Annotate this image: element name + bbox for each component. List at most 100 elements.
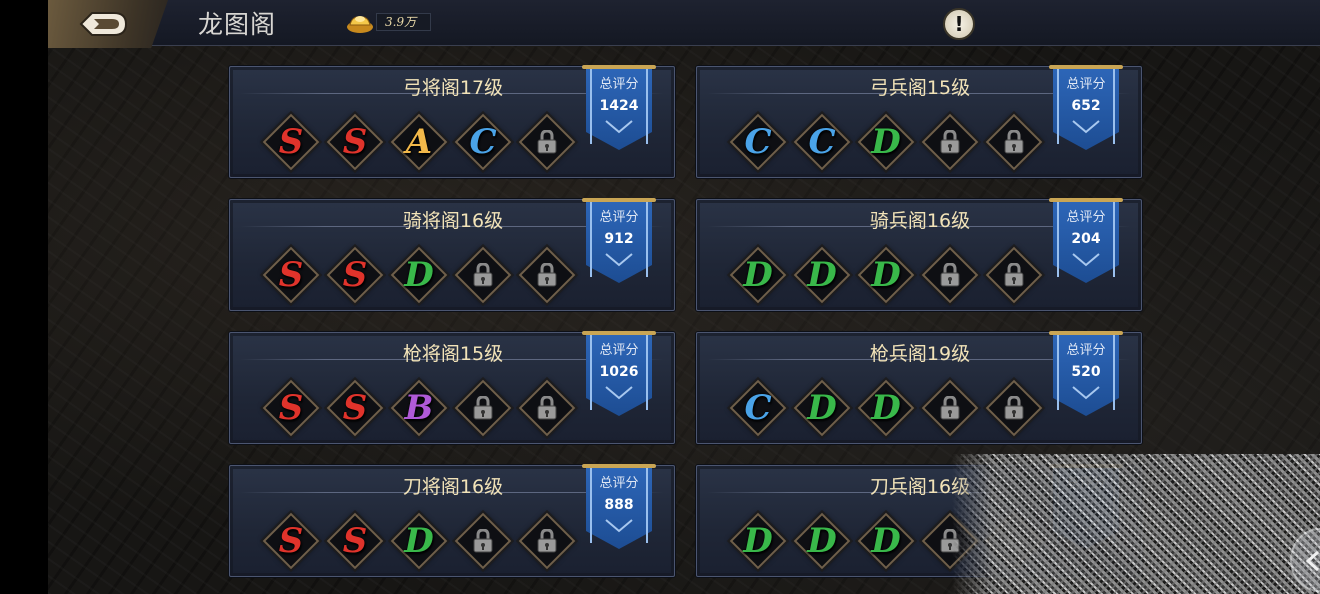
score-value: 912	[604, 231, 634, 247]
grade-slot[interactable]: D	[793, 512, 851, 570]
grade-slots: SSD	[262, 246, 576, 304]
grade-slot[interactable]: S	[262, 379, 320, 437]
locked-slot[interactable]	[518, 246, 576, 304]
chevron-down-icon	[605, 253, 633, 267]
grade-letter: D	[404, 255, 434, 295]
grade-slot[interactable]: D	[857, 113, 915, 171]
locked-slot[interactable]	[454, 246, 512, 304]
lock-icon	[1004, 395, 1024, 424]
locked-slot[interactable]	[454, 512, 512, 570]
grade-slot[interactable]: C	[729, 379, 787, 437]
grade-letter: D	[807, 255, 837, 295]
banner-rod	[582, 65, 656, 69]
pavilion-card[interactable]: 骑兵阁16级 DDD 总评分 204	[696, 198, 1142, 311]
grade-slot[interactable]: D	[793, 379, 851, 437]
grade-letter: D	[743, 521, 773, 561]
chevron-left-icon	[1305, 550, 1320, 572]
chevron-down-icon	[1072, 120, 1100, 134]
lock-icon	[537, 395, 557, 424]
banner-rod	[582, 464, 656, 468]
grade-slot[interactable]: S	[326, 512, 384, 570]
lock-icon	[1004, 129, 1024, 158]
grade-slots: SSD	[262, 512, 576, 570]
score-banner: 总评分 652	[1049, 65, 1123, 151]
grade-slot[interactable]: D	[729, 512, 787, 570]
grade-slot[interactable]: D	[857, 512, 915, 570]
lock-icon	[537, 129, 557, 158]
grade-slot[interactable]: D	[793, 246, 851, 304]
grade-slots: CCD	[729, 113, 1043, 171]
grade-slot[interactable]: D	[857, 246, 915, 304]
grade-slot[interactable]: A	[390, 113, 448, 171]
grade-letter: D	[871, 388, 901, 428]
pavilion-card[interactable]: 弓兵阁15级 CCD 总评分 652	[696, 65, 1142, 178]
locked-slot[interactable]	[921, 246, 979, 304]
grade-letter: D	[871, 521, 901, 561]
grade-letter: S	[278, 388, 304, 428]
grade-letter: D	[404, 521, 434, 561]
grade-slot[interactable]: S	[262, 246, 320, 304]
gold-counter: 3.9万	[346, 10, 432, 34]
score-value: 888	[604, 497, 634, 513]
back-button[interactable]	[48, 0, 168, 48]
locked-slot[interactable]	[518, 113, 576, 171]
page-title: 龙图阁	[198, 10, 277, 39]
score-value: 520	[1071, 364, 1101, 380]
grade-slots: SSB	[262, 379, 576, 437]
grade-slot[interactable]: C	[729, 113, 787, 171]
score-banner: 总评分 1424	[582, 65, 656, 151]
score-label: 总评分	[599, 343, 639, 358]
banner-rod	[1049, 331, 1123, 335]
grade-letter: C	[808, 122, 836, 162]
pavilion-card[interactable]: 弓将阁17级 SSAC 总评分 1424	[229, 65, 675, 178]
score-banner: 总评分 1026	[582, 331, 656, 417]
grade-letter: D	[807, 388, 837, 428]
locked-slot[interactable]	[518, 379, 576, 437]
grade-slot[interactable]: D	[857, 379, 915, 437]
grade-letter: D	[743, 255, 773, 295]
score-value: 1424	[599, 98, 639, 114]
lock-icon	[473, 262, 493, 291]
banner-rod	[582, 198, 656, 202]
grade-slot[interactable]: C	[793, 113, 851, 171]
locked-slot[interactable]	[921, 113, 979, 171]
lock-icon	[473, 528, 493, 557]
score-label: 总评分	[1066, 210, 1106, 225]
pavilion-card[interactable]: 枪将阁15级 SSB 总评分 1026	[229, 331, 675, 444]
gold-amount: 3.9万	[376, 13, 432, 31]
score-value: 1026	[599, 364, 639, 380]
pavilion-card[interactable]: 骑将阁16级 SSD 总评分 912	[229, 198, 675, 311]
score-label: 总评分	[1066, 343, 1106, 358]
info-button[interactable]: !	[943, 8, 975, 40]
grade-slot[interactable]: S	[326, 246, 384, 304]
grade-slot[interactable]: B	[390, 379, 448, 437]
grade-letter: S	[342, 122, 368, 162]
lock-icon	[537, 528, 557, 557]
grade-letter: A	[405, 122, 433, 162]
grade-slot[interactable]: S	[262, 113, 320, 171]
grade-letter: S	[342, 388, 368, 428]
grade-slot[interactable]: S	[326, 113, 384, 171]
score-banner: 总评分 520	[1049, 331, 1123, 417]
grade-slot[interactable]: D	[390, 246, 448, 304]
locked-slot[interactable]	[921, 379, 979, 437]
lock-icon	[940, 129, 960, 158]
locked-slot[interactable]	[985, 246, 1043, 304]
lock-icon	[473, 395, 493, 424]
locked-slot[interactable]	[454, 379, 512, 437]
grade-slot[interactable]: S	[326, 379, 384, 437]
locked-slot[interactable]	[518, 512, 576, 570]
grade-slot[interactable]: C	[454, 113, 512, 171]
locked-slot[interactable]	[985, 379, 1043, 437]
pavilion-card[interactable]: 枪兵阁19级 CDD 总评分 520	[696, 331, 1142, 444]
score-label: 总评分	[599, 210, 639, 225]
pavilion-card[interactable]: 刀将阁16级 SSD 总评分 888	[229, 464, 675, 577]
grade-letter: C	[469, 122, 497, 162]
chevron-down-icon	[1072, 253, 1100, 267]
locked-slot[interactable]	[985, 113, 1043, 171]
grade-slot[interactable]: S	[262, 512, 320, 570]
grade-slot[interactable]: D	[390, 512, 448, 570]
back-arrow-icon	[79, 12, 128, 36]
grade-slot[interactable]: D	[729, 246, 787, 304]
chevron-down-icon	[1072, 386, 1100, 400]
